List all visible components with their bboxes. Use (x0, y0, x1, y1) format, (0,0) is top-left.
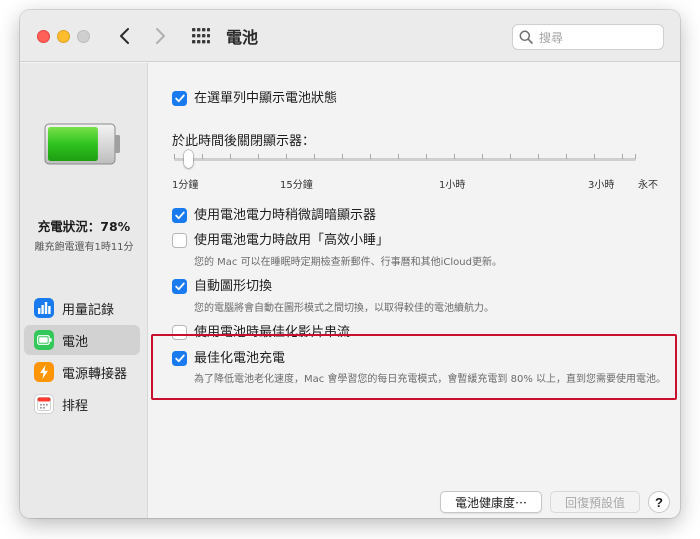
dim-display-label: 使用電池電力時稍微調暗顯示器 (194, 208, 377, 223)
bar-chart-icon (34, 298, 54, 318)
lightning-icon (34, 362, 54, 382)
show-status-label: 在選單列中顯示電池狀態 (194, 91, 338, 106)
slider-tick (314, 154, 315, 159)
dim-display-checkbox[interactable] (172, 208, 187, 223)
highlight-box (151, 334, 677, 400)
search-placeholder: 搜尋 (539, 30, 564, 45)
sidebar-item-label: 電源轉接器 (62, 366, 128, 382)
minimize-button[interactable] (57, 30, 70, 43)
window-title: 電池 (226, 28, 259, 47)
slider-tick (454, 154, 455, 159)
checkmark-icon (174, 211, 185, 220)
power-nap-checkbox[interactable] (172, 233, 187, 248)
close-button[interactable] (37, 30, 50, 43)
slider-tick (398, 154, 399, 159)
dim-display-row: 使用電池電力時稍微調暗顯示器 (172, 208, 376, 223)
slider-tick (258, 154, 259, 159)
display-off-slider-title: 於此時間後關閉顯示器： (172, 134, 316, 149)
checkmark-icon (174, 282, 185, 291)
slider-label-1min: 1分鐘 (172, 180, 199, 191)
slider-tick (342, 154, 343, 159)
slider-label-never: 永不 (638, 180, 658, 191)
slider-tick (566, 154, 567, 159)
slider-tick (635, 154, 636, 159)
back-chevron-icon[interactable] (115, 24, 135, 48)
display-off-slider-knob[interactable] (184, 150, 193, 168)
show-all-grid-icon[interactable] (192, 28, 210, 44)
slider-tick (510, 154, 511, 159)
slider-label-1hour: 1小時 (439, 180, 466, 191)
slider-tick (370, 154, 371, 159)
slider-label-15min: 15分鐘 (280, 180, 313, 191)
restore-defaults-button[interactable]: 回復預設值 (550, 491, 640, 513)
help-button[interactable]: ? (648, 491, 670, 513)
sidebar-item-label: 用量記錄 (62, 302, 115, 318)
search-icon (519, 30, 533, 44)
calendar-icon (34, 394, 54, 414)
battery-health-button[interactable]: 電池健康度⋯ (440, 491, 542, 513)
sidebar-item-schedule[interactable]: 排程 (24, 389, 140, 419)
power-nap-row: 使用電池電力時啟用「高效小睡」 (172, 233, 389, 248)
graphics-switch-label: 自動圖形切換 (194, 279, 273, 294)
slider-label-3hours: 3小時 (588, 180, 615, 191)
slider-tick (622, 154, 623, 159)
graphics-switch-description: 您的電腦將會自動在圖形模式之間切換，以取得較佳的電池續航力。 (194, 303, 494, 314)
slider-tick (230, 154, 231, 159)
battery-settings-pane: 在選單列中顯示電池狀態 於此時間後關閉顯示器： 1分鐘 15分鐘 1小時 3小時… (148, 63, 680, 518)
title-bar: 電池 搜尋 (20, 10, 680, 62)
slider-tick (538, 154, 539, 159)
forward-chevron-icon[interactable] (150, 24, 170, 48)
slider-tick (202, 154, 203, 159)
power-nap-label: 使用電池電力時啟用「高效小睡」 (194, 233, 390, 248)
time-to-full: 離充飽電還有1時11分 (34, 242, 134, 253)
sidebar-item-usage-history[interactable]: 用量記錄 (24, 293, 140, 323)
slider-tick (286, 154, 287, 159)
graphics-switch-checkbox[interactable] (172, 279, 187, 294)
sidebar-item-power-adapter[interactable]: 電源轉接器 (24, 357, 140, 387)
slider-tick (426, 154, 427, 159)
search-field[interactable]: 搜尋 (512, 24, 664, 50)
sidebar-item-label: 排程 (62, 398, 89, 414)
slider-tick (482, 154, 483, 159)
checkmark-icon (174, 94, 185, 103)
sidebar-item-label: 電池 (62, 334, 89, 350)
battery-large-icon (44, 123, 120, 165)
power-nap-description: 您的 Mac 可以在睡眠時定期檢查新郵件、行事曆和其他iCloud更新。 (194, 257, 502, 268)
zoom-button[interactable] (77, 30, 90, 43)
slider-tick (174, 154, 175, 159)
show-status-row: 在選單列中顯示電池狀態 (172, 91, 337, 106)
charge-status: 充電狀況：78% (37, 219, 131, 234)
sidebar: 充電狀況：78% 離充飽電還有1時11分 用量記錄 電池 電源轉接器 排程 (20, 63, 148, 518)
slider-tick (594, 154, 595, 159)
preferences-window: 電池 搜尋 充電狀況：78% 離充飽電還有1時11分 用量記錄 電池 電源轉接器… (20, 10, 680, 518)
graphics-switch-row: 自動圖形切換 (172, 279, 272, 294)
battery-icon (34, 330, 54, 350)
sidebar-item-battery[interactable]: 電池 (24, 325, 140, 355)
show-status-checkbox[interactable] (172, 91, 187, 106)
